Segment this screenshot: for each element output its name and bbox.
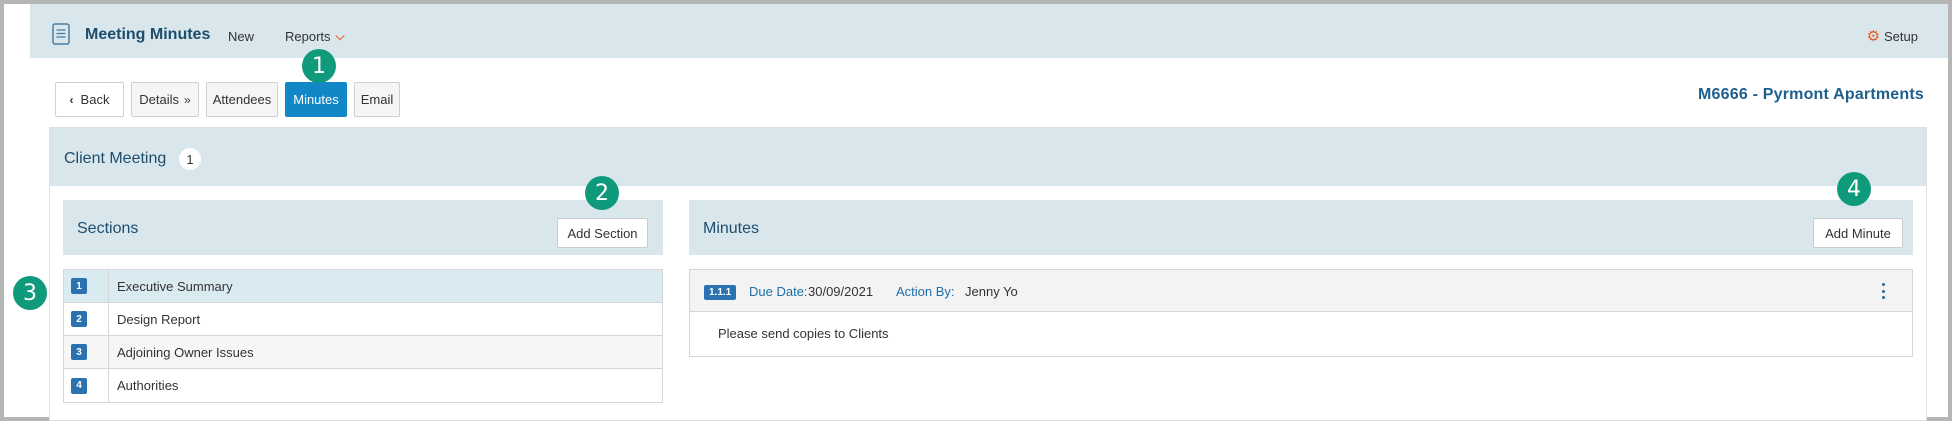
chevron-down-icon: ⌵ bbox=[335, 29, 345, 43]
left-gutter bbox=[4, 4, 30, 417]
setup-link[interactable]: ⚙ Setup bbox=[1867, 27, 1918, 45]
sections-header: Sections Add Section bbox=[63, 200, 663, 255]
back-button[interactable]: ‹ Back bbox=[55, 82, 124, 117]
tab-attendees[interactable]: Attendees bbox=[206, 82, 278, 117]
callout-marker: 4 bbox=[1837, 172, 1871, 206]
meeting-count-badge: 1 bbox=[179, 148, 201, 170]
add-minute-button[interactable]: Add Minute bbox=[1813, 218, 1903, 248]
due-date-value: 30/09/2021 bbox=[808, 284, 874, 299]
section-item[interactable]: 2 Design Report bbox=[64, 303, 662, 336]
section-number-badge: 2 bbox=[71, 311, 87, 327]
minute-card[interactable]: 1.1.1 Due Date: 30/09/2021 Action By: Je… bbox=[689, 269, 1913, 357]
app-title[interactable]: Meeting Minutes bbox=[85, 26, 210, 44]
section-num-cell: 4 bbox=[64, 369, 109, 402]
callout-marker: 2 bbox=[585, 176, 619, 210]
meeting-header: Client Meeting 1 bbox=[50, 128, 1926, 186]
nav-new-link[interactable]: New bbox=[228, 29, 254, 44]
tab-minutes[interactable]: Minutes bbox=[285, 82, 347, 117]
section-item[interactable]: 1 Executive Summary bbox=[64, 270, 662, 303]
sections-list: 1 Executive Summary 2 Design Report 3 Ad… bbox=[63, 269, 663, 403]
document-icon bbox=[52, 23, 70, 45]
minutes-header: Minutes Add Minute bbox=[689, 200, 1913, 255]
action-by-label: Action By: bbox=[896, 284, 955, 299]
action-by-value: Jenny Yo bbox=[965, 284, 1018, 299]
callout-marker: 3 bbox=[13, 276, 47, 310]
section-num-cell: 1 bbox=[64, 270, 109, 302]
tab-email[interactable]: Email bbox=[354, 82, 400, 117]
callout-marker: 1 bbox=[302, 49, 336, 83]
minute-number-badge: 1.1.1 bbox=[704, 285, 737, 300]
nav-reports-menu[interactable]: Reports ⌵ bbox=[285, 29, 345, 44]
section-number-badge: 1 bbox=[71, 278, 87, 294]
more-options-icon[interactable] bbox=[1880, 283, 1886, 299]
section-item[interactable]: 4 Authorities bbox=[64, 369, 662, 402]
gear-icon: ⚙ bbox=[1866, 28, 1881, 45]
add-section-button[interactable]: Add Section bbox=[557, 218, 648, 248]
double-chevron-right-icon: » bbox=[184, 92, 191, 107]
nav-reports-label: Reports bbox=[285, 29, 331, 44]
section-number-badge: 3 bbox=[71, 344, 87, 360]
minute-card-header: 1.1.1 Due Date: 30/09/2021 Action By: Je… bbox=[690, 270, 1912, 312]
setup-label: Setup bbox=[1884, 28, 1918, 44]
section-label: Authorities bbox=[117, 378, 179, 393]
due-date-label: Due Date: bbox=[749, 284, 808, 299]
section-number-badge: 4 bbox=[71, 377, 87, 394]
chevron-left-icon: ‹ bbox=[69, 92, 74, 107]
details-label: Details bbox=[139, 92, 180, 107]
section-label: Executive Summary bbox=[117, 278, 233, 294]
section-num-cell: 3 bbox=[64, 336, 109, 368]
meeting-title: Client Meeting bbox=[64, 150, 167, 167]
section-label: Adjoining Owner Issues bbox=[117, 344, 254, 360]
back-label: Back bbox=[80, 92, 110, 107]
project-title: M6666 - Pyrmont Apartments bbox=[1698, 86, 1924, 103]
section-label: Design Report bbox=[117, 311, 201, 327]
tab-details[interactable]: Details » bbox=[131, 82, 199, 117]
section-item[interactable]: 3 Adjoining Owner Issues bbox=[64, 336, 662, 369]
minute-text: Please send copies to Clients bbox=[718, 326, 889, 341]
section-num-cell: 2 bbox=[64, 303, 109, 335]
minutes-title: Minutes bbox=[703, 220, 760, 237]
sections-title: Sections bbox=[77, 220, 139, 237]
